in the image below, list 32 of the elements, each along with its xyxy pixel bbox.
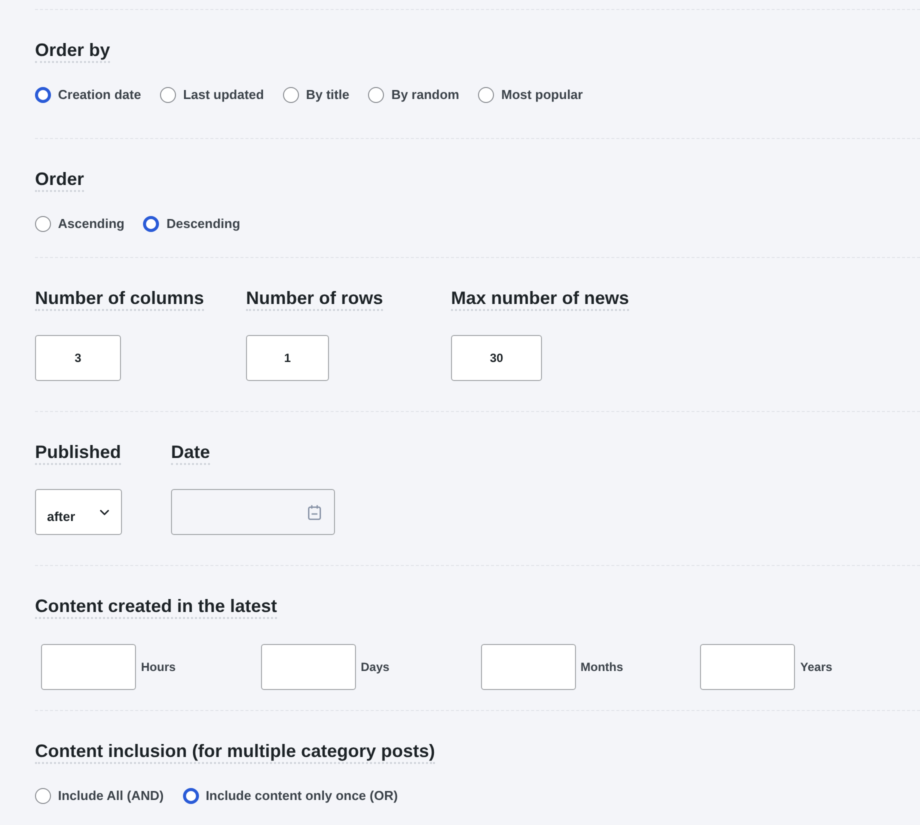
field-label: Max number of news [451, 287, 630, 311]
calendar-icon [308, 504, 321, 520]
number-input[interactable]: 3 [35, 335, 121, 381]
number-input[interactable]: 1 [246, 335, 329, 381]
section-heading: Order by [35, 39, 110, 63]
select-dropdown[interactable]: after [35, 489, 122, 535]
section-heading: Content created in the latest [35, 595, 278, 619]
number-input[interactable] [260, 644, 356, 690]
radio-option[interactable]: Creation date [35, 85, 142, 105]
section-heading: Content inclusion (for multiple category posts) [35, 740, 436, 764]
number-input[interactable] [41, 644, 136, 690]
radio-option[interactable]: Last updated [160, 85, 264, 105]
radio-option[interactable]: Most popular [478, 85, 583, 105]
radio-option[interactable]: Ascending [35, 214, 124, 234]
radio-option[interactable]: By random [368, 85, 460, 105]
radio-option[interactable]: Descending [143, 214, 240, 234]
unit-label: Months [580, 659, 624, 676]
radio-option[interactable]: By title [282, 85, 350, 105]
unit-label: Days [360, 659, 390, 676]
field-label: Number of rows [246, 287, 384, 311]
field-label: Published [35, 441, 122, 465]
number-input[interactable] [480, 644, 576, 690]
number-input[interactable] [700, 644, 796, 690]
date-input[interactable] [171, 489, 335, 535]
unit-label: Hours [141, 659, 176, 676]
field-label: Number of columns [35, 287, 204, 311]
field-label: Date [171, 441, 210, 465]
radio-option[interactable]: Include All (AND) [35, 786, 164, 806]
section-heading: Order [35, 168, 84, 192]
radio-option[interactable]: Include content only once (OR) [182, 786, 398, 806]
number-input[interactable]: 30 [451, 335, 542, 381]
unit-label: Years [800, 659, 832, 676]
